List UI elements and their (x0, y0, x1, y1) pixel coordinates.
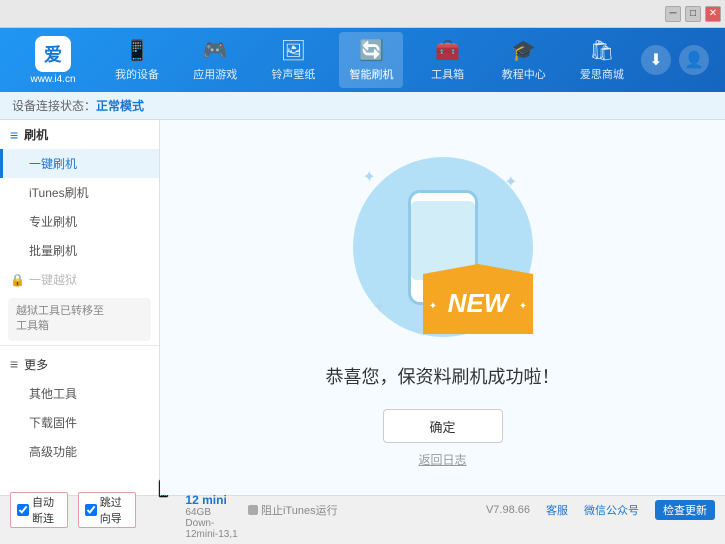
svg-text:✦: ✦ (428, 301, 436, 312)
logo-url: www.i4.cn (30, 74, 75, 85)
svg-text:✦: ✦ (518, 301, 526, 312)
nav-smart-flash-icon: 🔄 (359, 38, 384, 63)
sidebar-item-pro-flash-label: 专业刷机 (29, 215, 77, 229)
maximize-button[interactable]: □ (685, 6, 701, 22)
wechat-link[interactable]: 微信公众号 (584, 502, 639, 518)
stop-itunes-button[interactable]: 阻止iTunes运行 (248, 502, 338, 518)
nav-wallpaper-label: 铃声壁纸 (271, 66, 315, 82)
sidebar-item-one-key-flash[interactable]: 一键刷机 (0, 149, 159, 178)
minimize-button[interactable]: ─ (665, 6, 681, 22)
bottom-bar: 自动断连 跳过向导 📱 iPhone 12 mini 64GB Down-12m… (0, 495, 725, 523)
sidebar: ≡ 刷机 一键刷机 iTunes刷机 专业刷机 批量刷机 🔒 一键越狱 越狱工具… (0, 120, 160, 495)
device-storage: 64GB (185, 507, 240, 518)
sidebar-flash-label: 刷机 (24, 126, 48, 143)
sidebar-flash-icon: ≡ (10, 127, 18, 143)
nav-my-device[interactable]: 📱 我的设备 (105, 32, 169, 88)
sidebar-section-flash: ≡ 刷机 (0, 120, 159, 149)
skip-wizard-label: 跳过向导 (100, 494, 129, 526)
nav-tools-icon: 🧰 (435, 38, 460, 63)
sidebar-item-other-tools-label: 其他工具 (29, 387, 77, 401)
bottom-right: V7.98.66 客服 微信公众号 检查更新 (486, 500, 715, 520)
nav-mall-icon: 🛍 (589, 38, 614, 63)
sidebar-section-more: ≡ 更多 (0, 350, 159, 379)
version-text: V7.98.66 (486, 504, 530, 516)
nav-mall[interactable]: 🛍 爱思商城 (570, 32, 634, 88)
nav-smart-flash-label: 智能刷机 (349, 66, 393, 82)
nav-my-device-label: 我的设备 (115, 66, 159, 82)
lock-icon: 🔒 (10, 273, 25, 287)
bottom-stop-area: 阻止iTunes运行 (248, 502, 486, 518)
title-bar: ─ □ ✕ (0, 0, 725, 28)
status-bar: 设备连接状态： 正常模式 (0, 92, 725, 120)
main-layout: ≡ 刷机 一键刷机 iTunes刷机 专业刷机 批量刷机 🔒 一键越狱 越狱工具… (0, 120, 725, 495)
sidebar-item-jailbreak: 🔒 一键越狱 (0, 265, 159, 294)
sidebar-item-other-tools[interactable]: 其他工具 (0, 379, 159, 408)
nav-apps[interactable]: 🎮 应用游戏 (183, 32, 247, 88)
status-label: 设备连接状态： (12, 97, 96, 114)
auto-disconnect-label: 自动断连 (32, 494, 61, 526)
nav-tutorials-icon: 🎓 (511, 38, 536, 63)
confirm-button[interactable]: 确定 (383, 409, 503, 443)
sidebar-jailbreak-label: 一键越狱 (29, 271, 77, 288)
nav-right: ⬇ 👤 (641, 45, 717, 75)
phone-illustration: ✦ ✦ ✦ NEW ✦ ✦ (343, 147, 543, 347)
nav-tutorials-label: 教程中心 (502, 66, 546, 82)
sidebar-item-batch-flash[interactable]: 批量刷机 (0, 236, 159, 265)
download-button[interactable]: ⬇ (641, 45, 671, 75)
success-message: 恭喜您，保资料刷机成功啦！ (326, 363, 560, 389)
nav-apps-icon: 🎮 (203, 38, 228, 63)
nav-smart-flash[interactable]: 🔄 智能刷机 (339, 32, 403, 88)
nav-wallpaper-icon: 🖼 (281, 38, 306, 63)
sidebar-item-itunes-flash[interactable]: iTunes刷机 (0, 178, 159, 207)
sidebar-more-label: 更多 (24, 356, 48, 373)
skip-wizard-checkbox[interactable]: 跳过向导 (78, 492, 136, 528)
new-ribbon: NEW ✦ ✦ (423, 264, 533, 337)
sidebar-item-advanced[interactable]: 高级功能 (0, 437, 159, 466)
logo-icon: 爱 (35, 36, 71, 72)
user-button[interactable]: 👤 (679, 45, 709, 75)
stop-icon (248, 505, 258, 515)
sidebar-item-download-firmware[interactable]: 下载固件 (0, 408, 159, 437)
header: 爱 www.i4.cn 📱 我的设备 🎮 应用游戏 🖼 铃声壁纸 🔄 智能刷机 … (0, 28, 725, 92)
device-system: Down-12mini-13,1 (185, 518, 240, 540)
sidebar-item-pro-flash[interactable]: 专业刷机 (0, 207, 159, 236)
logo-area: 爱 www.i4.cn (8, 36, 98, 85)
sparkle-bl: ✦ (373, 297, 386, 317)
sidebar-item-download-firmware-label: 下载固件 (29, 416, 77, 430)
stop-itunes-label: 阻止iTunes运行 (261, 502, 338, 518)
nav-apps-label: 应用游戏 (193, 66, 237, 82)
window-controls: ─ □ ✕ (665, 6, 721, 22)
sidebar-notice: 越狱工具已转移至 工具箱 (8, 298, 151, 341)
content-area: ✦ ✦ ✦ NEW ✦ ✦ 恭喜您，保资料刷机成功啦！ 确定 返回日志 (160, 120, 725, 495)
auto-disconnect-input[interactable] (17, 504, 29, 516)
sparkle-tl: ✦ (363, 167, 376, 187)
svg-text:NEW: NEW (447, 288, 510, 318)
nav-wallpaper[interactable]: 🖼 铃声壁纸 (261, 32, 325, 88)
sidebar-item-itunes-flash-label: iTunes刷机 (29, 186, 89, 200)
nav-mall-label: 爱思商城 (580, 66, 624, 82)
nav-tools[interactable]: 🧰 工具箱 (418, 32, 478, 88)
sidebar-divider (0, 345, 159, 346)
nav-bar: 📱 我的设备 🎮 应用游戏 🖼 铃声壁纸 🔄 智能刷机 🧰 工具箱 🎓 教程中心… (98, 32, 641, 88)
nav-my-device-icon: 📱 (125, 38, 150, 63)
close-button[interactable]: ✕ (705, 6, 721, 22)
nav-tutorials[interactable]: 🎓 教程中心 (492, 32, 556, 88)
status-value: 正常模式 (96, 97, 144, 114)
sidebar-more-icon: ≡ (10, 356, 18, 372)
sidebar-notice-text: 越狱工具已转移至 工具箱 (16, 305, 104, 332)
nav-tools-label: 工具箱 (431, 66, 464, 82)
auto-disconnect-checkbox[interactable]: 自动断连 (10, 492, 68, 528)
sparkle-tr: ✦ (504, 172, 517, 192)
back-to-log-link[interactable]: 返回日志 (418, 451, 466, 468)
check-update-button[interactable]: 检查更新 (655, 500, 715, 520)
sidebar-item-one-key-flash-label: 一键刷机 (29, 157, 77, 171)
customer-service-link[interactable]: 客服 (546, 502, 568, 518)
sidebar-item-batch-flash-label: 批量刷机 (29, 244, 77, 258)
skip-wizard-input[interactable] (85, 504, 97, 516)
sidebar-item-advanced-label: 高级功能 (29, 445, 77, 459)
